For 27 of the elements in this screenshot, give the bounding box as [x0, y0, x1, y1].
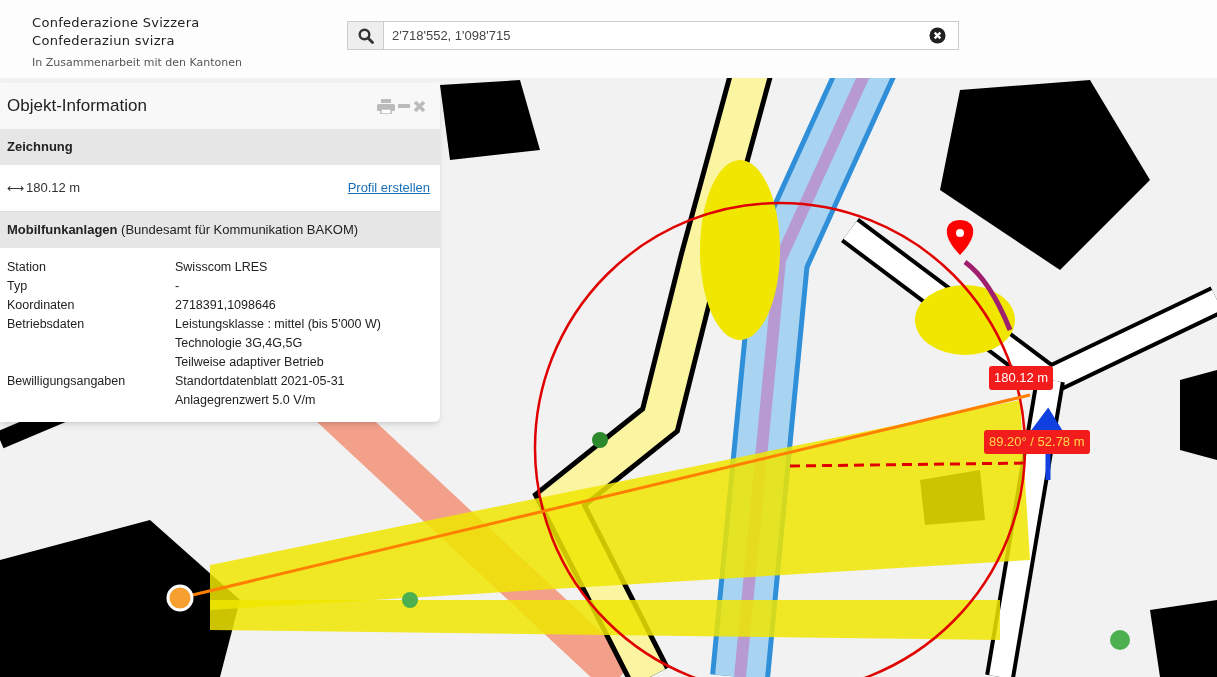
- panel-title: Objekt-Information: [7, 95, 148, 118]
- measure-tooltip: 89.20° / 52.78 m: [984, 430, 1090, 454]
- search-field[interactable]: 2'718'552, 1'098'715: [347, 21, 960, 50]
- field-value: Swisscom LRES: [175, 259, 268, 276]
- length-value: 180.12 m: [26, 179, 82, 198]
- field-value: Teilweise adaptiver Betrieb: [175, 354, 325, 371]
- field-value: Standortdatenblatt 2021-05-31: [175, 373, 345, 390]
- field-value: Anlagegrenzwert 5.0 V/m: [175, 392, 317, 409]
- clear-icon[interactable]: [929, 27, 947, 44]
- section-heading: Mobilfunkanlagen (Bundesamt für Kommunikation BAKOM): [7, 221, 359, 240]
- field-label: Typ: [7, 278, 29, 295]
- field-label: Betriebsdaten: [7, 316, 86, 333]
- search-icon[interactable]: [357, 27, 374, 44]
- field-value: -: [175, 278, 180, 295]
- section-heading: Zeichnung: [7, 138, 73, 157]
- organization-name: Confederazione Svizzera: [32, 14, 201, 32]
- measure-tooltip: 180.12 m: [989, 366, 1054, 390]
- length-icon: ⟷: [7, 179, 24, 197]
- profile-link[interactable]: Profil erstellen: [347, 178, 430, 198]
- field-label: Bewilligungsangaben: [7, 373, 127, 390]
- field-label: Station: [7, 259, 47, 276]
- field-value: Technologie 3G,4G,5G: [175, 335, 304, 352]
- field-label: Koordinaten: [7, 297, 76, 314]
- organization-subtitle: In Zusammenarbeit mit den Kantonen: [32, 55, 243, 71]
- field-value: 2718391,1098646: [175, 297, 276, 314]
- field-value: Leistungsklasse : mittel (bis 5'000 W): [175, 316, 381, 333]
- organization-name: Confederaziun svizra: [32, 32, 176, 50]
